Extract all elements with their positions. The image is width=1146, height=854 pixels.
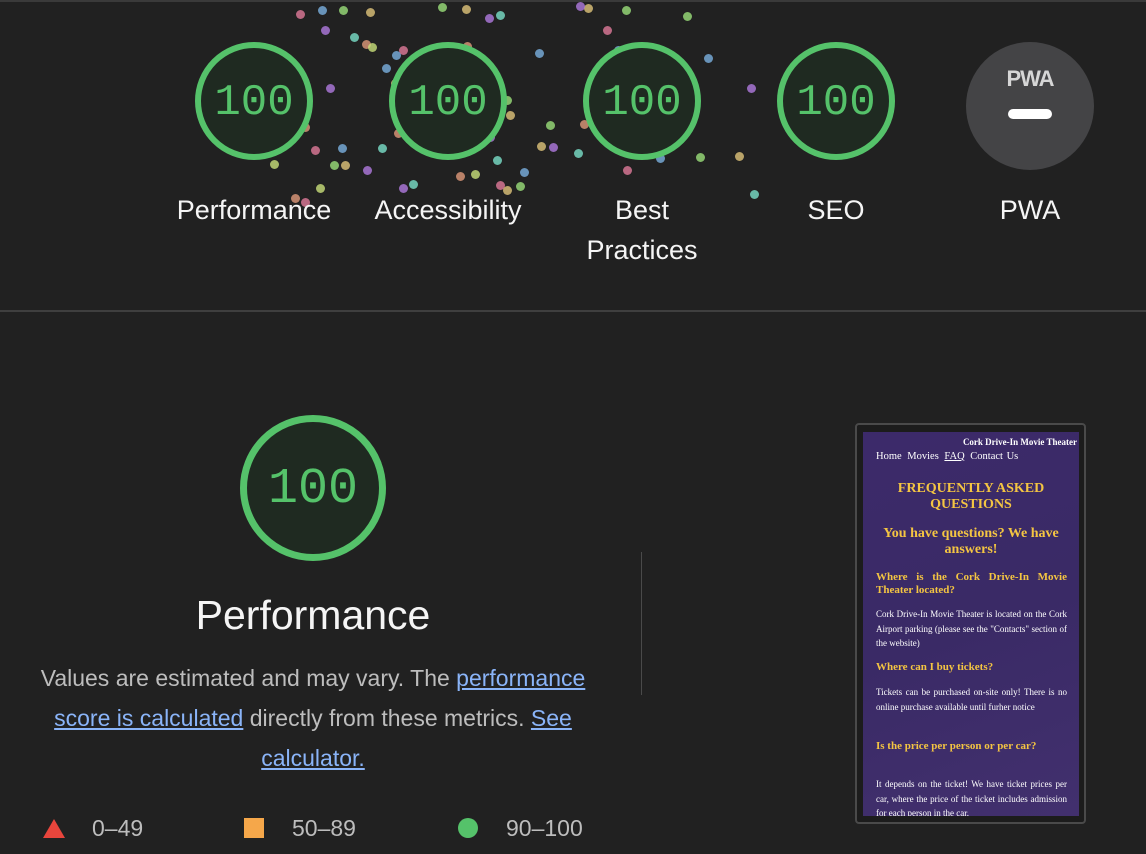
legend-average-range: 50–89 (292, 815, 356, 841)
confetti-dot (735, 152, 744, 161)
confetti-dot (366, 8, 375, 17)
faq-answer: It depends on the ticket! We have ticket… (876, 779, 1067, 816)
gauge-score: 100 (408, 78, 488, 128)
confetti-dot (622, 6, 631, 15)
confetti-dot (438, 3, 447, 12)
confetti-dot (535, 49, 544, 58)
top-border (0, 0, 1146, 2)
vertical-divider (641, 552, 642, 695)
confetti-dot (485, 14, 494, 23)
pwa-badge: PWA (966, 42, 1094, 170)
confetti-dot (496, 11, 505, 20)
gauge-best-practices[interactable]: 100 Best Practices (554, 42, 730, 270)
gauge-ring: 100 (777, 42, 895, 160)
fail-triangle-icon (43, 819, 65, 838)
confetti-dot (584, 4, 593, 13)
faq-answer: Cork Drive-In Movie Theater is located o… (876, 609, 1067, 648)
nav-item-home: Home (876, 451, 902, 462)
legend-fail-range: 0–49 (92, 815, 144, 841)
gauge-ring: 100 (583, 42, 701, 160)
faq-answer: Tickets can be purchased on-site only! T… (876, 687, 1067, 712)
faq-question: Where can I buy tickets? (876, 661, 994, 673)
confetti-dot (603, 26, 612, 35)
confetti-dot (318, 6, 327, 15)
faq-question: Where is the Cork Drive-In Movie Theater… (876, 571, 1067, 596)
site-nav: Home Movies FAQ Contact Us (876, 451, 1020, 462)
gauge-label: Best Practices (586, 195, 698, 265)
confetti-dot (321, 26, 330, 35)
desc-text: Values are estimated and may vary. The (40, 665, 457, 691)
average-square-icon (244, 818, 264, 838)
gauge-seo[interactable]: 100 SEO (748, 42, 924, 230)
site-subheading: You have questions? We have answers! (883, 526, 1059, 557)
confetti-dot (462, 5, 471, 14)
confetti-dot (537, 142, 546, 151)
gauge-label: Performance (176, 195, 332, 225)
gauge-pwa[interactable]: PWA PWA (942, 42, 1118, 230)
site-heading: FREQUENTLY ASKED QUESTIONS (897, 481, 1045, 512)
confetti-dot (341, 161, 350, 170)
gauge-ring: 100 (195, 42, 313, 160)
pass-circle-icon (458, 818, 478, 838)
gauge-accessibility[interactable]: 100 Accessibility (360, 42, 536, 230)
nav-item-faq: FAQ (944, 451, 965, 462)
gauge-ring: 100 (389, 42, 507, 160)
site-brand: Cork Drive-In Movie Theater (962, 437, 1077, 447)
desc-text: directly from these metrics. (243, 705, 531, 731)
gauge-performance[interactable]: 100 Performance (166, 42, 342, 230)
faq-question: Is the price per person or per car? (876, 740, 1037, 752)
performance-gauge: 100 (240, 415, 386, 561)
gauge-label: Accessibility (374, 195, 522, 225)
section-divider (0, 310, 1146, 312)
pwa-dash-icon (1008, 109, 1052, 119)
section-title: Performance (195, 592, 431, 638)
gauge-label: PWA (999, 195, 1061, 225)
confetti-dot (350, 33, 359, 42)
nav-item-movies: Movies (907, 451, 939, 462)
performance-description: Values are estimated and may vary. The p… (22, 658, 604, 778)
nav-item-contact: Contact Us (970, 451, 1019, 462)
gauge-score: 100 (214, 78, 294, 128)
confetti-dot (339, 6, 348, 15)
performance-score: 100 (267, 461, 358, 518)
final-screenshot: Cork Drive-In Movie Theater Home Movies … (863, 432, 1079, 816)
gauge-score: 100 (796, 78, 876, 128)
confetti-dot (683, 12, 692, 21)
legend-pass-range: 90–100 (506, 815, 583, 841)
pwa-logo-icon: PWA (1006, 66, 1054, 91)
confetti-dot (296, 10, 305, 19)
confetti-dot (576, 2, 585, 11)
gauge-score: 100 (602, 78, 682, 128)
gauge-label: SEO (807, 195, 865, 225)
